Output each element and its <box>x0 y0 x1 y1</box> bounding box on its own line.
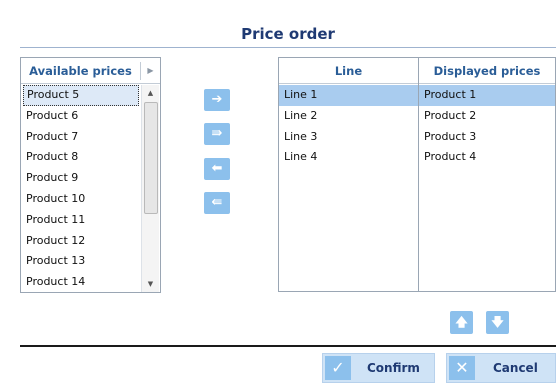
move-all-right-button[interactable]: ⇛ <box>204 123 230 145</box>
close-icon: ✕ <box>449 356 475 380</box>
footer-divider <box>20 345 556 347</box>
list-item[interactable]: Product 5 <box>23 85 139 106</box>
move-up-button[interactable]: 🡅 <box>450 311 473 334</box>
dialog-title: Price order <box>241 25 335 43</box>
header-scroll-right-icon[interactable]: ▶ <box>141 58 160 84</box>
scroll-down-icon[interactable]: ▼ <box>142 277 159 291</box>
confirm-button[interactable]: ✓ Confirm <box>322 353 435 383</box>
column-header-displayed-prices[interactable]: Displayed prices <box>419 58 555 84</box>
list-item[interactable]: Product 12 <box>23 231 139 252</box>
list-item[interactable]: Product 14 <box>23 272 139 293</box>
arrow-down-icon: 🡇 <box>491 315 504 329</box>
table-row[interactable]: Line 3 Product 3 <box>279 127 555 148</box>
available-prices-scrollbar[interactable]: ▲ ▼ <box>141 85 159 292</box>
price-cell: Product 3 <box>424 129 477 143</box>
move-right-button[interactable]: ➔ <box>204 89 230 111</box>
column-header-line[interactable]: Line <box>279 58 418 84</box>
table-row[interactable]: Line 2 Product 2 <box>279 106 555 127</box>
price-cell: Product 1 <box>424 88 477 101</box>
title-divider <box>20 47 556 48</box>
list-item[interactable]: Product 10 <box>23 189 139 210</box>
line-cell: Line 4 <box>284 150 318 164</box>
line-cell: Line 2 <box>284 108 318 122</box>
scrollbar-thumb[interactable] <box>144 102 158 214</box>
line-cell: Line 1 <box>284 88 318 101</box>
move-all-left-button[interactable]: ⇚ <box>204 192 230 214</box>
list-item[interactable]: Product 8 <box>23 147 139 168</box>
list-item[interactable]: Product 9 <box>23 168 139 189</box>
column-divider <box>418 58 419 291</box>
checkmark-icon: ✓ <box>325 356 351 380</box>
list-item[interactable]: Product 7 <box>23 127 139 148</box>
list-item[interactable]: Product 13 <box>23 251 139 272</box>
price-cell: Product 2 <box>424 108 477 122</box>
scroll-up-icon[interactable]: ▲ <box>142 86 159 100</box>
move-left-button[interactable]: ⬅ <box>204 158 230 180</box>
available-prices-header: Available prices ▶ <box>21 58 160 84</box>
table-row[interactable]: Line 1 Product 1 <box>279 85 555 106</box>
available-prices-header-label[interactable]: Available prices <box>21 58 140 84</box>
line-cell: Line 3 <box>284 129 318 143</box>
price-cell: Product 4 <box>424 150 477 164</box>
available-prices-list[interactable]: Available prices ▶ Product 5 Product 6 Pro… <box>20 57 161 293</box>
available-prices-rows: Product 5 Product 6 Product 7 Product 8 Prod… <box>23 85 139 293</box>
arrow-right-icon: ➔ <box>211 92 223 107</box>
double-arrow-left-icon: ⇚ <box>211 195 223 210</box>
list-item[interactable]: Product 11 <box>23 210 139 231</box>
arrow-up-icon: 🡅 <box>455 315 468 329</box>
confirm-label: Confirm <box>367 361 420 375</box>
move-down-button[interactable]: 🡇 <box>486 311 509 334</box>
list-item[interactable]: Product 6 <box>23 106 139 127</box>
cancel-label: Cancel <box>493 361 538 375</box>
table-row[interactable]: Line 4 Product 4 <box>279 147 555 168</box>
double-arrow-right-icon: ⇛ <box>211 126 223 141</box>
arrow-left-icon: ⬅ <box>211 161 223 176</box>
displayed-prices-table: Line Displayed prices Line 1 Product 1 Lin… <box>278 57 556 292</box>
cancel-button[interactable]: ✕ Cancel <box>446 353 556 383</box>
